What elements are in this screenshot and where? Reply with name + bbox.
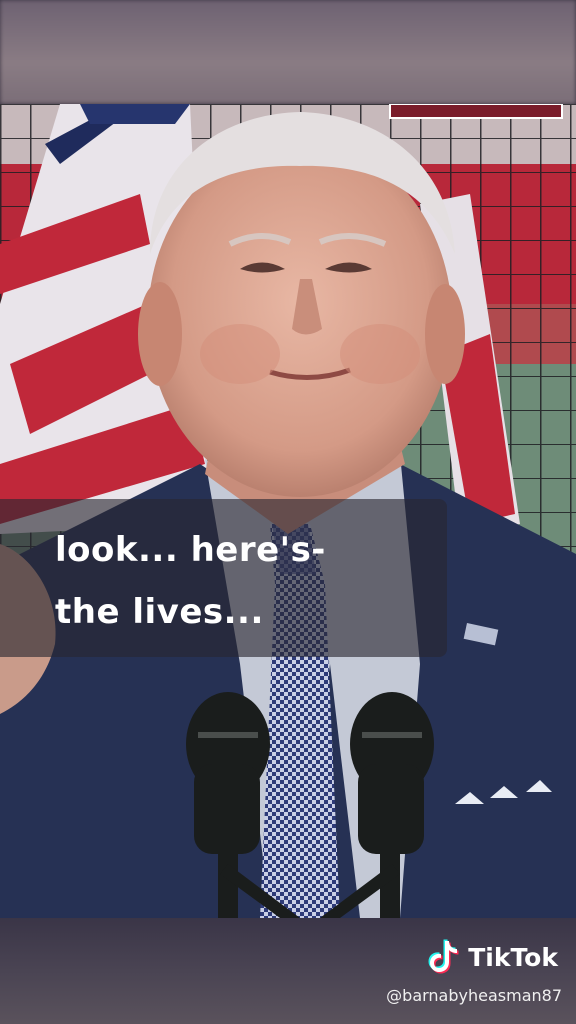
blurred-top-band — [0, 0, 576, 104]
caption-line-2: the lives... — [55, 592, 264, 632]
creator-handle: @barnabyheasman87 — [386, 986, 562, 1005]
tiktok-watermark: TikTok — [428, 938, 558, 976]
caption-box — [0, 499, 447, 657]
tiktok-logo-icon — [428, 938, 462, 976]
tiktok-brand-text: TikTok — [468, 942, 558, 972]
caption-line-1: look... here's- — [55, 530, 326, 570]
video-frame[interactable]: look... here's- the lives... TikTok @bar… — [0, 0, 576, 1024]
